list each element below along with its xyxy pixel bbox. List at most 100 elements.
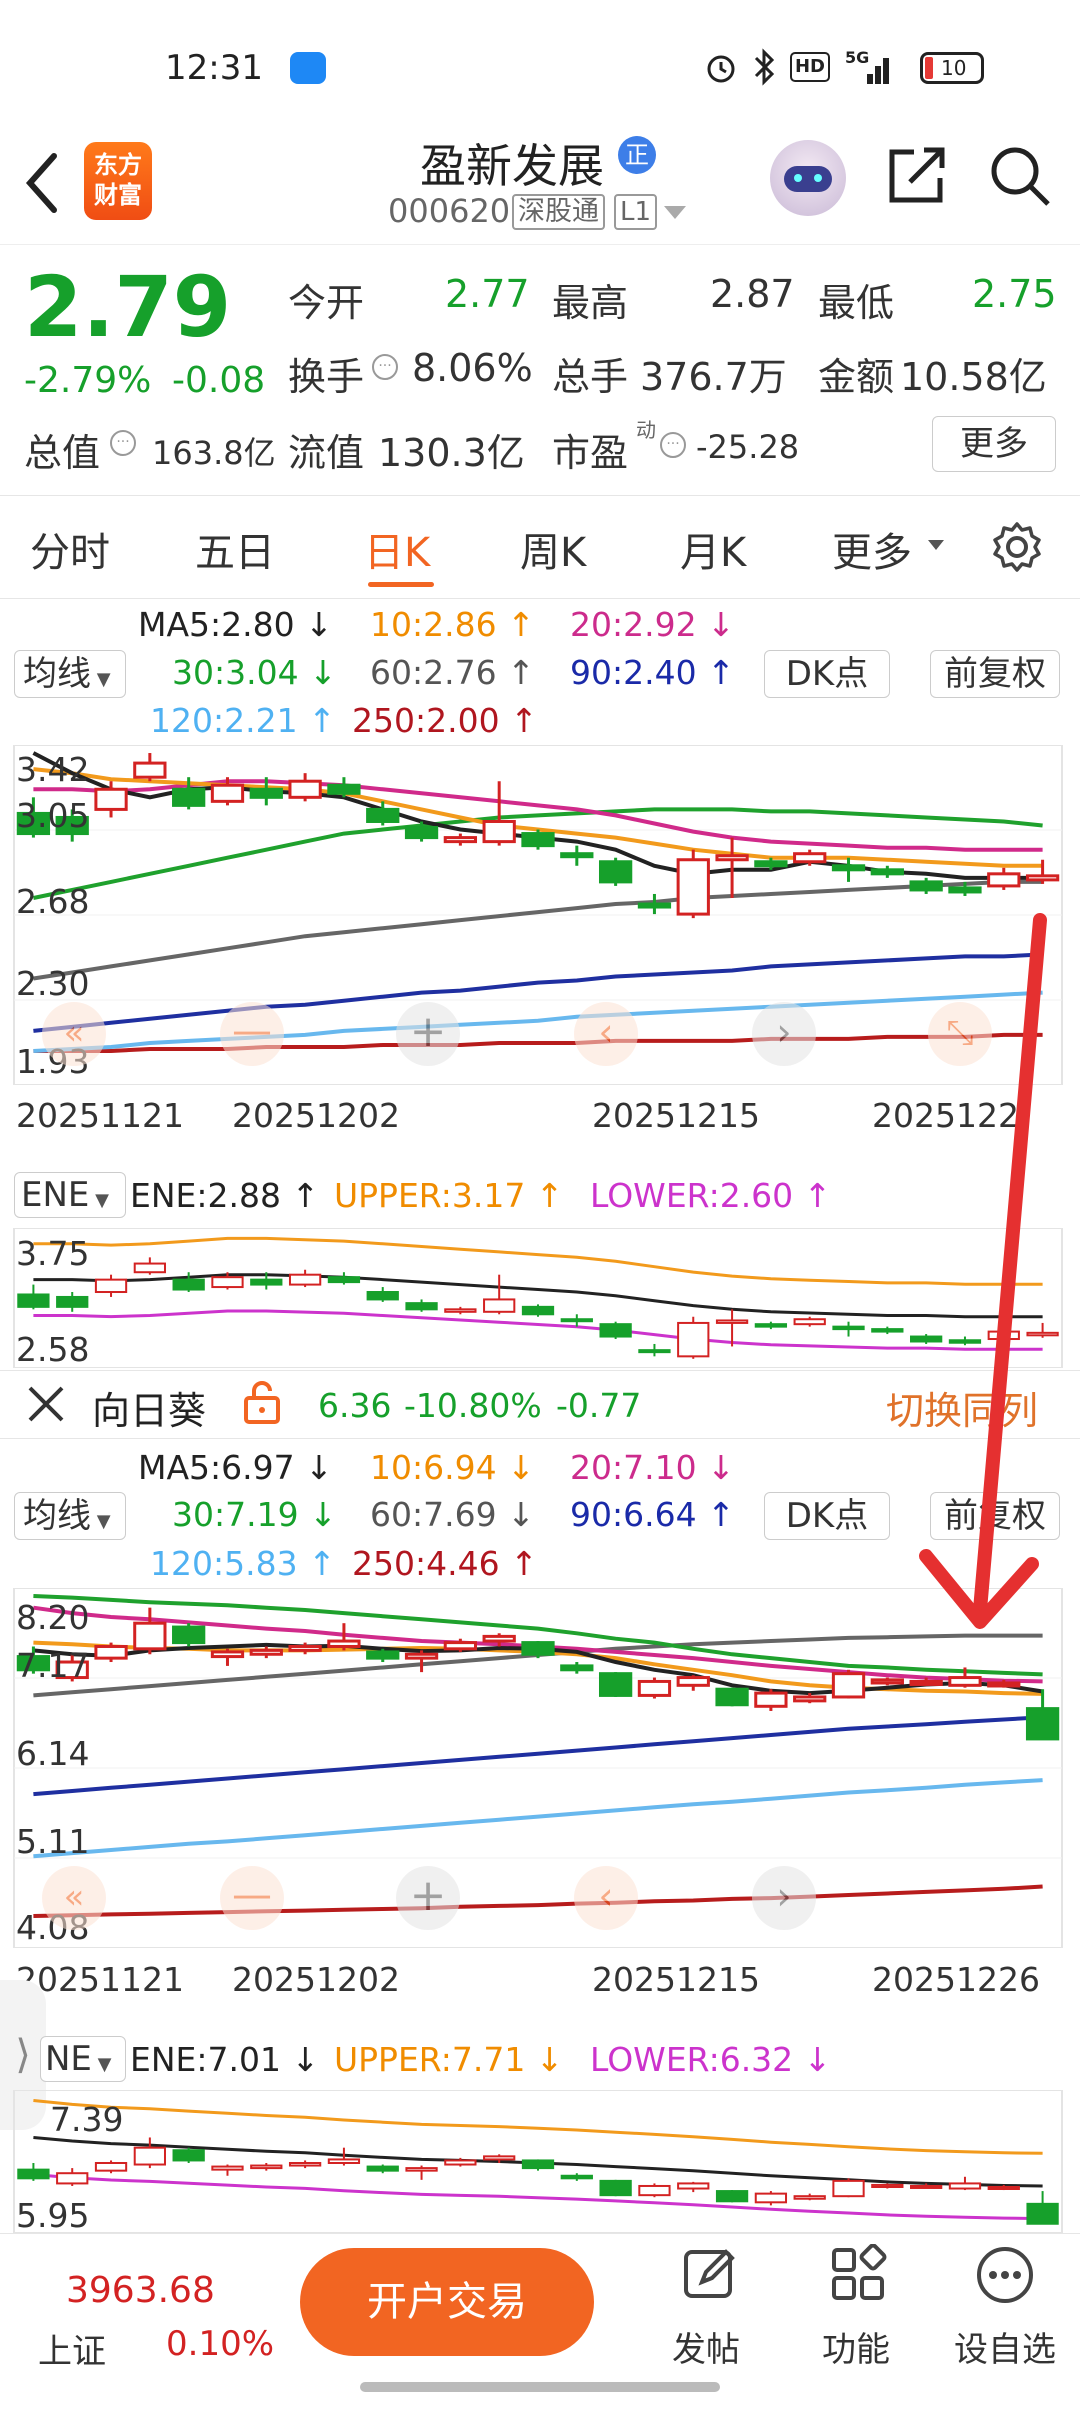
volume-value: 376.7万 (640, 355, 787, 399)
candle[interactable] (521, 829, 555, 850)
tab-weekly-k[interactable]: 周K (520, 520, 586, 578)
lock-icon[interactable] (242, 1380, 282, 1426)
candle[interactable] (133, 1607, 167, 1655)
edit-post-icon[interactable] (680, 2244, 740, 2304)
fast-back-button[interactable]: « (42, 1866, 106, 1930)
ene-candle (17, 1284, 50, 1310)
signal-icon: 5G (845, 48, 895, 86)
adjust-button[interactable]: 前复权 (930, 650, 1060, 698)
candle[interactable] (909, 877, 943, 894)
candle[interactable] (870, 865, 904, 878)
candle[interactable] (676, 1675, 710, 1691)
info-icon[interactable]: ··· (110, 430, 136, 456)
function-label[interactable]: 功能 (822, 2322, 890, 2371)
post-label[interactable]: 发帖 (672, 2322, 740, 2371)
chevron-left-icon[interactable] (22, 150, 62, 216)
indicator-select[interactable]: 均线 ▼ (14, 650, 126, 698)
candle[interactable] (249, 1646, 283, 1659)
candle[interactable] (288, 773, 322, 802)
ene-tick: 3.75 (16, 1234, 90, 1273)
candle[interactable] (676, 849, 710, 919)
candle[interactable] (637, 1677, 672, 1699)
candle[interactable] (715, 837, 749, 898)
more-dots-icon[interactable] (974, 2244, 1036, 2306)
zoom-in-button[interactable]: + (396, 1866, 460, 1930)
dk-point-button[interactable]: DK点 (764, 650, 890, 698)
candle[interactable] (715, 1687, 749, 1707)
ma-line-30 (32, 807, 1043, 900)
caret-down-icon: ▼ (91, 2054, 112, 2075)
info-icon[interactable]: ··· (372, 354, 398, 380)
candle[interactable] (404, 1650, 439, 1673)
next-button[interactable]: › (752, 1866, 816, 1930)
candle[interactable] (521, 1641, 555, 1659)
candle[interactable] (327, 777, 361, 798)
ene-candle (793, 1316, 826, 1327)
info-icon[interactable]: ··· (660, 432, 686, 458)
candle[interactable] (210, 1648, 245, 1666)
fast-back-button[interactable]: « (42, 1002, 106, 1066)
open-account-trade-button[interactable]: 开户交易 (300, 2248, 594, 2356)
ene-candle (754, 1321, 788, 1330)
robot-assistant-icon[interactable] (770, 140, 846, 216)
home-indicator (360, 2382, 720, 2392)
divider (0, 495, 1080, 496)
dk-point-button[interactable]: DK点 (764, 1492, 890, 1540)
ene-candle (94, 2160, 128, 2174)
chevron-down-icon[interactable] (664, 206, 686, 219)
candle[interactable] (1025, 859, 1060, 884)
ene-candle (483, 1274, 516, 1315)
candle[interactable] (831, 1669, 866, 1699)
high-value: 2.87 (710, 272, 795, 316)
candle[interactable] (754, 1689, 788, 1711)
ene-candle (599, 1321, 632, 1340)
ene-select[interactable]: NE ▼ (40, 2036, 126, 2082)
candle[interactable] (94, 1642, 128, 1663)
prev-button[interactable]: ‹ (574, 1866, 638, 1930)
indicator-select[interactable]: 均线 ▼ (14, 1492, 126, 1540)
next-button[interactable]: › (752, 1002, 816, 1066)
volume-label: 总手 (552, 355, 629, 399)
amount-label: 金额 (818, 355, 895, 399)
tab-monthly-k[interactable]: 月K (680, 520, 746, 578)
candle[interactable] (831, 857, 866, 882)
ma250-legend: 250:2.00 ↑ (352, 701, 538, 740)
add-watchlist-label[interactable]: 设自选 (954, 2322, 1056, 2371)
zoom-out-button[interactable]: — (220, 1002, 284, 1066)
tab-five-day[interactable]: 五日 (195, 520, 275, 578)
tab-daily-k[interactable]: 日K (364, 520, 430, 578)
candle[interactable] (443, 833, 478, 846)
ma90-legend: 90:2.40 ↑ (570, 653, 735, 692)
ene-candle (366, 2164, 399, 2174)
candle[interactable] (366, 1648, 400, 1663)
gear-icon[interactable] (990, 520, 1044, 574)
prev-button[interactable]: ‹ (574, 1002, 638, 1066)
candle[interactable] (560, 1662, 594, 1674)
ene-chart-2[interactable] (0, 2090, 1080, 2233)
candle[interactable] (560, 845, 594, 866)
more-button[interactable]: 更多 (932, 416, 1056, 472)
search-icon[interactable] (988, 144, 1052, 208)
candle[interactable] (987, 867, 1021, 890)
candle[interactable] (1025, 1689, 1060, 1741)
candle[interactable] (793, 1693, 827, 1704)
zoom-in-button[interactable]: + (396, 1002, 460, 1066)
function-grid-icon[interactable] (828, 2244, 888, 2304)
candle[interactable] (133, 753, 167, 782)
ene-candle (288, 1269, 322, 1288)
candle[interactable] (482, 781, 516, 846)
candle[interactable] (870, 1677, 904, 1686)
tab-intraday[interactable]: 分时 (30, 520, 110, 578)
candle[interactable] (598, 857, 633, 886)
tab-more[interactable]: 更多 (832, 520, 912, 578)
ene-candle (17, 2162, 50, 2181)
zoom-out-button[interactable]: — (220, 1866, 284, 1930)
candle[interactable] (598, 1672, 633, 1697)
candle[interactable] (637, 893, 672, 915)
close-icon[interactable] (26, 1384, 66, 1424)
ene-select[interactable]: ENE ▼ (14, 1172, 126, 1218)
ene-lower: LOWER:6.32 ↓ (590, 2040, 832, 2079)
candle[interactable] (172, 1623, 206, 1647)
share-icon[interactable] (886, 144, 948, 206)
compare-change-pct: -10.80% (404, 1386, 542, 1425)
